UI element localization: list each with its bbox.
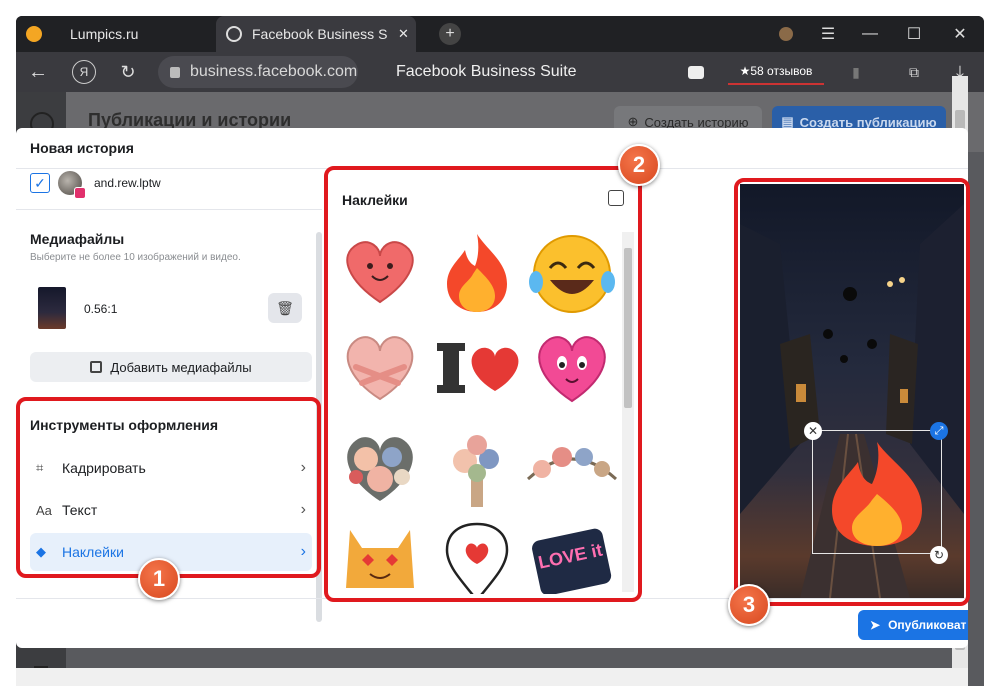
address-bar: ← Я ↻ business.facebook.com Facebook Bus…	[16, 52, 984, 92]
account-checkbox[interactable]: ✓	[30, 173, 50, 193]
yandex-icon[interactable]: Я	[72, 60, 96, 84]
media-section-title: Медиафайлы	[30, 231, 125, 247]
new-tab-button[interactable]: +	[432, 16, 468, 52]
publish-button[interactable]: ➤ Опубликоват	[858, 610, 968, 640]
chat-icon[interactable]	[686, 62, 706, 82]
tab-facebook-business-suite[interactable]: Facebook Business Suite ✕	[216, 16, 416, 52]
delete-media-button[interactable]: 🗑	[268, 293, 302, 323]
dialog-title: Новая история	[30, 140, 134, 156]
tab-bar: Lumpics.ru Facebook Business Suite ✕ + ☰…	[16, 16, 984, 52]
media-hint: Выберите не более 10 изображений и видео…	[30, 252, 241, 263]
add-media-button[interactable]: Добавить медиафайлы	[30, 352, 312, 382]
menu-icon[interactable]: ☰	[810, 16, 846, 52]
plus-icon: +	[439, 23, 461, 45]
step-marker-3: 3	[728, 584, 770, 626]
highlight-box-preview	[734, 178, 970, 606]
highlight-box-stickers	[324, 166, 642, 602]
account-name: and.rew.lptw	[94, 176, 161, 190]
maximize-icon[interactable]: ☐	[896, 16, 932, 52]
reviews-badge[interactable]: ★58 отзывов	[728, 59, 824, 85]
site-favicon-icon	[26, 26, 42, 42]
lock-icon	[170, 66, 180, 78]
tab-label: Facebook Business Suite	[252, 26, 388, 42]
tab-lumpics[interactable]: Lumpics.ru	[16, 16, 214, 52]
horizontal-scrollbar[interactable]	[16, 668, 968, 686]
media-ratio: 0.56:1	[84, 302, 118, 316]
extension-icon[interactable]	[768, 16, 804, 52]
step-marker-2: 2	[618, 144, 660, 186]
account-row[interactable]: ✓ and.rew.lptw	[30, 171, 161, 199]
tab-close-icon[interactable]: ✕	[398, 26, 409, 42]
divider	[16, 209, 322, 210]
step-marker-1: 1	[138, 558, 180, 600]
instagram-icon	[74, 187, 86, 199]
tab-label: Lumpics.ru	[70, 26, 139, 42]
url-text: business.facebook.com	[190, 63, 358, 80]
reload-icon[interactable]: ↻	[116, 60, 140, 84]
minimize-icon[interactable]: —	[852, 16, 888, 52]
add-photo-icon	[90, 361, 103, 373]
facebook-favicon-icon	[226, 26, 242, 42]
url-field[interactable]: business.facebook.com	[158, 56, 358, 88]
media-thumbnail[interactable]	[38, 287, 66, 329]
send-icon: ➤	[870, 618, 881, 632]
highlight-box-tools	[16, 397, 321, 578]
trash-icon: 🗑	[276, 299, 294, 316]
page-title: Facebook Business Suite	[396, 63, 577, 80]
back-icon[interactable]: ←	[26, 60, 50, 84]
bookmark-icon[interactable]: ▮	[846, 62, 866, 82]
collections-icon[interactable]: ⧉	[904, 62, 924, 82]
close-icon[interactable]: ✕	[942, 16, 978, 52]
